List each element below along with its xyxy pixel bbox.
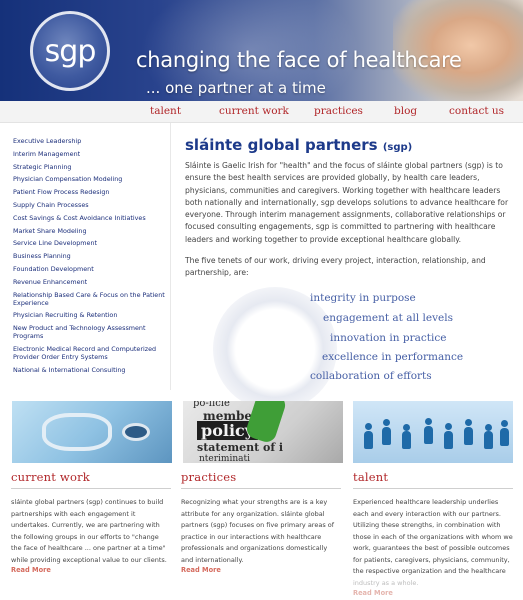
tenet-excellence: excellence in performance	[322, 351, 464, 363]
nav-talent[interactable]: talent	[150, 105, 181, 117]
person-icon	[500, 428, 509, 446]
policy-text-last: nteriminati	[199, 454, 250, 463]
person-icon	[425, 418, 432, 425]
person-icon	[465, 419, 472, 426]
person-icon	[424, 426, 433, 444]
person-icon	[402, 431, 411, 449]
person-icon	[364, 431, 373, 449]
nav-blog[interactable]: blog	[394, 105, 417, 117]
tenets-intro: The five tenets of our work, driving eve…	[185, 256, 486, 278]
tenet-engagement: engagement at all levels	[323, 312, 453, 324]
column-body-current-work: sláinte global partners (sgp) continues …	[11, 498, 167, 564]
person-icon	[382, 427, 391, 445]
tenets-list: integrity in purpose engagement at all l…	[0, 292, 523, 392]
column-body-talent: Experienced healthcare leadership underl…	[353, 497, 513, 589]
stethoscope-bell	[122, 423, 150, 441]
person-icon	[485, 424, 492, 431]
sidebar-item-physician-compensation[interactable]: Physician Compensation Modeling	[0, 175, 170, 183]
stethoscope-image	[12, 401, 172, 463]
sidebar-item-cost-savings[interactable]: Cost Savings & Cost Avoidance Initiative…	[0, 214, 170, 222]
stethoscope-tube	[42, 413, 112, 451]
person-icon	[464, 427, 473, 445]
policy-text-top: po-licie	[193, 401, 230, 409]
nav-contact-us[interactable]: contact us	[449, 105, 504, 117]
main-nav: talent current work practices blog conta…	[0, 101, 523, 123]
main-content: sláinte global partners (sgp) Sláinte is…	[185, 136, 510, 280]
read-more-practices[interactable]: Read More	[181, 566, 341, 574]
person-icon	[484, 431, 493, 449]
read-more-current-work[interactable]: Read More	[11, 566, 171, 574]
sidebar-item-strategic-planning[interactable]: Strategic Planning	[0, 163, 170, 171]
tenet-integrity: integrity in purpose	[310, 292, 416, 304]
subtagline: ... one partner at a time	[146, 79, 326, 97]
page-title-main: sláinte global partners	[185, 136, 378, 154]
column-title-current-work[interactable]: current work	[11, 470, 171, 489]
policy-image: po-licie membe policy statement of i nte…	[183, 401, 343, 463]
sidebar-item-revenue-enhancement[interactable]: Revenue Enhancement	[0, 278, 170, 286]
sidebar-item-interim-management[interactable]: Interim Management	[0, 150, 170, 158]
person-icon	[444, 431, 453, 449]
person-icon	[383, 419, 390, 426]
sidebar-item-service-line[interactable]: Service Line Development	[0, 239, 170, 247]
column-practices: practices Recognizing what your strength…	[181, 470, 341, 574]
tenet-innovation: innovation in practice	[330, 332, 447, 344]
page-title-sub: (sgp)	[382, 142, 413, 153]
person-icon	[403, 424, 410, 431]
column-current-work: current work sláinte global partners (sg…	[11, 470, 171, 574]
column-body-talent-faded: industry as a whole.	[353, 578, 419, 587]
sidebar-item-patient-flow[interactable]: Patient Flow Process Redesign	[0, 188, 170, 196]
person-icon	[445, 423, 452, 430]
column-title-talent[interactable]: talent	[353, 470, 513, 489]
sidebar-item-market-share[interactable]: Market Share Modeling	[0, 227, 170, 235]
nav-practices[interactable]: practices	[314, 105, 363, 117]
column-body-practices: Recognizing what your strengths are is a…	[181, 498, 335, 564]
person-icon	[501, 420, 508, 427]
sidebar-item-supply-chain[interactable]: Supply Chain Processes	[0, 201, 170, 209]
policy-text-statement: statement of i	[197, 441, 284, 454]
column-title-practices[interactable]: practices	[181, 470, 341, 489]
logo-text: sgp	[44, 33, 97, 69]
column-talent: talent Experienced healthcare leadership…	[353, 470, 513, 597]
intro-paragraph: Sláinte is Gaelic Irish for "health" and…	[185, 161, 509, 244]
logo[interactable]: sgp	[30, 11, 110, 91]
sidebar-item-business-planning[interactable]: Business Planning	[0, 252, 170, 260]
read-more-talent[interactable]: Read More	[353, 589, 513, 597]
tagline: changing the face of healthcare	[136, 48, 462, 72]
page-title: sláinte global partners (sgp)	[185, 136, 510, 154]
nav-current-work[interactable]: current work	[219, 105, 289, 117]
tenet-collaboration: collaboration of efforts	[310, 370, 432, 382]
person-icon	[365, 423, 372, 430]
sidebar-item-foundation-development[interactable]: Foundation Development	[0, 265, 170, 273]
talent-people-image	[353, 401, 513, 463]
sidebar-item-executive-leadership[interactable]: Executive Leadership	[0, 137, 170, 145]
column-body-talent-text: Experienced healthcare leadership underl…	[353, 498, 513, 575]
header-banner: sgp changing the face of healthcare ... …	[0, 0, 523, 101]
